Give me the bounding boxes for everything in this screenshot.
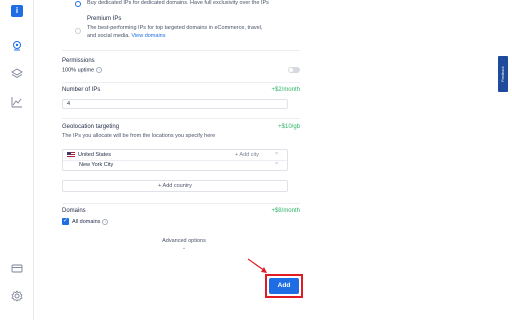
uptime-toggle[interactable] [288, 67, 300, 73]
number-of-ips-price: +$2/month [271, 87, 300, 93]
advanced-options-label: Advanced options [162, 238, 206, 244]
domains-title: Domains [62, 208, 86, 214]
uptime-label: 100% uptime [62, 67, 95, 74]
premium-radio[interactable] [75, 28, 81, 34]
permissions-section: Permissions 100% uptime i [62, 58, 300, 78]
app-logo[interactable]: i [11, 5, 23, 17]
view-domains-link[interactable]: View domains [131, 33, 165, 39]
add-button[interactable]: Add [269, 278, 299, 294]
remove-country-icon[interactable]: × [275, 151, 278, 157]
feedback-label: Feedback [501, 66, 505, 82]
add-country-button[interactable]: + Add country [62, 180, 288, 192]
geolocation-section: Geolocation targeting +$10/gb The IPs yo… [62, 124, 300, 199]
location-box: United States + Add city × New York City… [62, 149, 288, 171]
premium-description: The best-performing IPs for top targeted… [87, 25, 263, 31]
premium-ips-option[interactable]: Premium IPs The best-performing IPs for … [62, 12, 300, 44]
info-icon[interactable]: i [96, 67, 103, 73]
geolocation-title: Geolocation targeting [62, 124, 120, 130]
info-icon[interactable]: i [102, 218, 109, 225]
advanced-options-toggle[interactable]: Advanced options ⌄ [144, 238, 224, 251]
main-content: Buy dedicated IPs for dedicated domains.… [34, 0, 512, 320]
domains-section: Domains +$8/month ✓ All domains i [62, 208, 300, 230]
feedback-tab[interactable]: Feedback [498, 56, 508, 92]
premium-description-cont: and social media. [87, 33, 130, 39]
divider [62, 203, 300, 204]
premium-title: Premium IPs [87, 16, 122, 22]
divider [62, 50, 300, 51]
chart-icon[interactable] [9, 94, 25, 110]
geolocation-description: The IPs you allocate will be from the lo… [62, 133, 216, 139]
card-icon[interactable] [9, 260, 25, 276]
sidebar: i [0, 0, 34, 320]
domains-price: +$8/month [271, 208, 300, 214]
dedicated-ips-option[interactable]: Buy dedicated IPs for dedicated domains.… [62, 0, 300, 12]
permissions-title: Permissions [62, 58, 95, 64]
all-domains-checkbox[interactable]: ✓ [62, 218, 69, 225]
layers-icon[interactable] [9, 66, 25, 82]
chevron-down-icon: ⌄ [181, 245, 187, 251]
location-icon[interactable] [9, 38, 25, 54]
add-city-button[interactable]: + Add city [235, 152, 259, 158]
number-of-ips-title: Number of IPs [62, 87, 101, 93]
geolocation-price: +$10/gb [278, 124, 300, 130]
number-of-ips-section: Number of IPs +$2/month 4 [62, 87, 300, 113]
settings-icon[interactable] [9, 288, 25, 304]
country-row[interactable]: United States [67, 152, 111, 158]
country-name: United States [78, 152, 112, 158]
divider [62, 82, 300, 83]
dedicated-description: Buy dedicated IPs for dedicated domains.… [87, 0, 269, 6]
divider [62, 118, 300, 119]
all-domains-label: All domains [72, 218, 101, 225]
remove-city-icon[interactable]: × [275, 161, 278, 167]
us-flag-icon [67, 152, 75, 158]
number-of-ips-input[interactable]: 4 [62, 99, 288, 109]
city-name: New York City [79, 162, 114, 168]
dedicated-radio[interactable] [75, 1, 81, 7]
